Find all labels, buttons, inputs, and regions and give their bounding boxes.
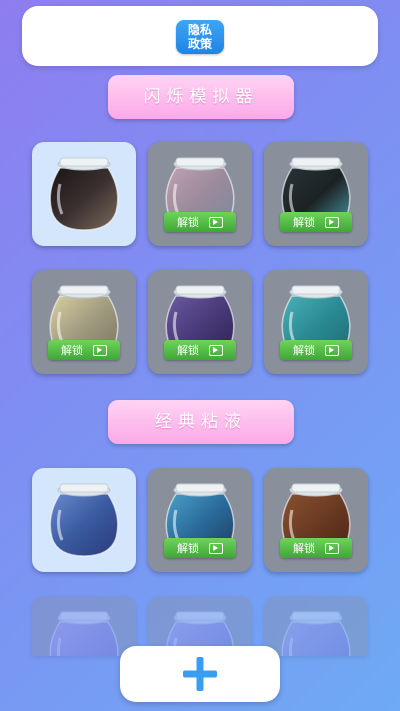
unlock-button[interactable]: 解锁 xyxy=(280,538,352,558)
section-title-glitter-simulator: 闪烁模拟器 xyxy=(108,75,294,119)
unlock-label: 解锁 xyxy=(293,216,315,229)
slime-tile-blue-nebula[interactable]: 解锁 xyxy=(148,468,252,572)
unlock-button[interactable]: 解锁 xyxy=(164,538,236,558)
section-title-classic-slime: 经典粘液 xyxy=(108,400,294,444)
slime-tile-brown-beads[interactable]: 解锁 xyxy=(264,468,368,572)
unlock-label: 解锁 xyxy=(293,344,315,357)
jar-icon xyxy=(281,611,351,656)
jar-icon xyxy=(49,157,119,231)
unlock-button[interactable]: 解锁 xyxy=(164,212,236,232)
video-icon xyxy=(209,542,223,554)
unlock-button[interactable]: 解锁 xyxy=(280,340,352,360)
slime-tile-gold-swirl[interactable]: 解锁 xyxy=(32,270,136,374)
plus-icon xyxy=(183,657,217,691)
slime-tile-glitter-rainbow[interactable]: 解锁 xyxy=(148,142,252,246)
jar-icon xyxy=(49,611,119,656)
slime-tile-faded xyxy=(264,596,368,656)
video-icon xyxy=(209,344,223,356)
unlock-button[interactable]: 解锁 xyxy=(164,340,236,360)
unlock-label: 解锁 xyxy=(61,344,83,357)
unlock-label: 解锁 xyxy=(293,542,315,555)
jar-icon xyxy=(49,483,119,557)
slime-tile-faded xyxy=(32,596,136,656)
video-icon xyxy=(209,216,223,228)
unlock-label: 解锁 xyxy=(177,216,199,229)
video-icon xyxy=(325,216,339,228)
slime-tile-dark-face[interactable] xyxy=(32,142,136,246)
slime-tile-teal-sand[interactable]: 解锁 xyxy=(264,270,368,374)
privacy-policy-button[interactable]: 隐私 政策 xyxy=(176,20,224,54)
slime-tile-blue-galaxy[interactable] xyxy=(32,468,136,572)
add-button[interactable] xyxy=(120,646,280,702)
video-icon xyxy=(325,344,339,356)
slime-tile-purple-glitter[interactable]: 解锁 xyxy=(148,270,252,374)
video-icon xyxy=(93,344,107,356)
unlock-label: 解锁 xyxy=(177,344,199,357)
unlock-button[interactable]: 解锁 xyxy=(48,340,120,360)
unlock-label: 解锁 xyxy=(177,542,199,555)
unlock-button[interactable]: 解锁 xyxy=(280,212,352,232)
video-icon xyxy=(325,542,339,554)
slime-tile-black-sparkle[interactable]: 解锁 xyxy=(264,142,368,246)
